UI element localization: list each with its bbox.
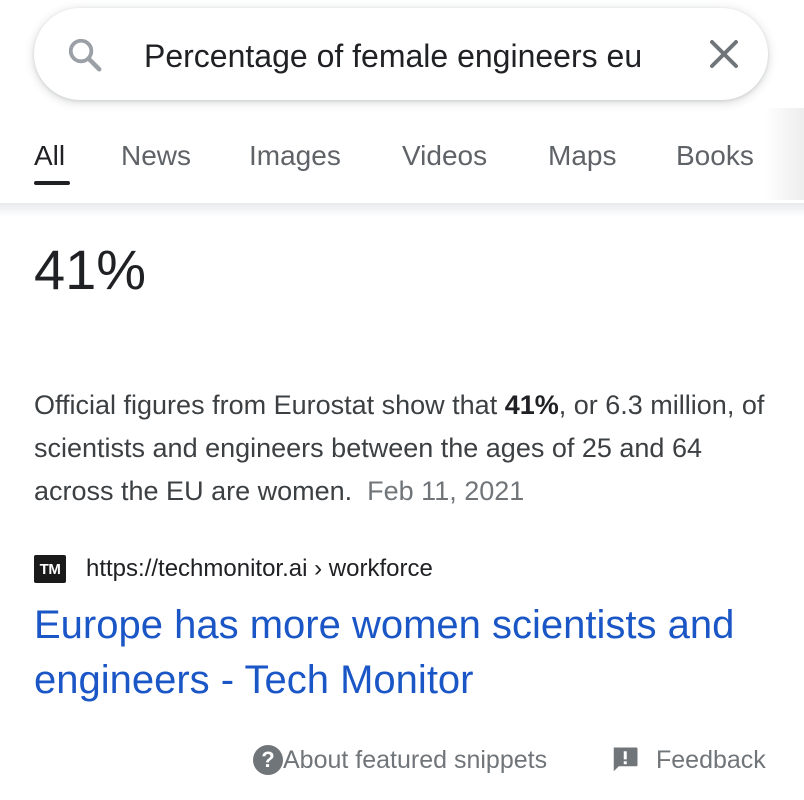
result-title-link[interactable]: Europe has more women scientists and eng…: [34, 598, 774, 708]
feedback-button[interactable]: Feedback: [610, 744, 766, 776]
close-icon[interactable]: [706, 36, 742, 72]
snippet-text: Official figures from Eurostat show that…: [34, 384, 774, 513]
active-tab-indicator: [34, 181, 70, 185]
tab-books[interactable]: Books: [676, 138, 754, 174]
tab-videos[interactable]: Videos: [402, 138, 487, 174]
tab-all[interactable]: All: [34, 138, 65, 174]
site-favicon: TM: [34, 555, 66, 583]
tab-images[interactable]: Images: [249, 138, 341, 174]
about-featured-snippets-link[interactable]: ? About featured snippets: [253, 744, 547, 776]
snippet-highlight: 41%: [504, 390, 559, 420]
tabs-divider: [0, 203, 804, 217]
search-icon: [68, 38, 102, 72]
snippet-text-start: Official figures from Eurostat show that: [34, 390, 505, 420]
source-row[interactable]: TM https://techmonitor.ai › workforce: [34, 552, 433, 586]
tab-news[interactable]: News: [121, 138, 191, 174]
search-tabs: All News Images Videos Maps Books: [0, 130, 804, 190]
feedback-icon: [613, 747, 638, 772]
snippet-date: Feb 11, 2021: [367, 476, 525, 506]
tab-maps[interactable]: Maps: [548, 138, 616, 174]
about-featured-snippets-label: About featured snippets: [283, 746, 548, 774]
snippet-footer: ? About featured snippets Feedback: [0, 740, 804, 784]
search-bar[interactable]: Percentage of female engineers eu: [34, 8, 768, 100]
help-icon: ?: [253, 745, 283, 775]
feedback-label: Feedback: [656, 746, 766, 774]
featured-answer: 41%: [34, 238, 147, 301]
tabs-scroll-fade: [764, 108, 804, 200]
source-url[interactable]: https://techmonitor.ai › workforce: [86, 554, 433, 584]
search-input[interactable]: Percentage of female engineers eu: [144, 36, 699, 76]
